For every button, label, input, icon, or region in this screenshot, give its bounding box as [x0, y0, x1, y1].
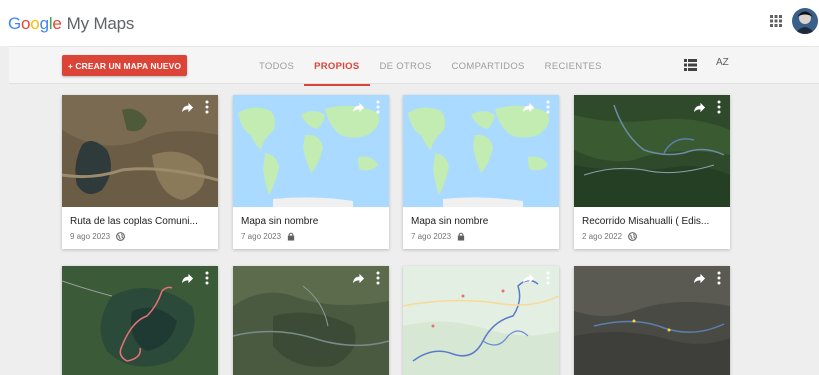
maps-grid: Ruta de las coplas Comuni... 9 ago 2023: [0, 84, 819, 375]
product-name: My Maps: [66, 14, 135, 33]
more-vert-icon[interactable]: [716, 271, 722, 285]
map-thumbnail: [233, 266, 389, 375]
map-title: Mapa sin nombre: [411, 216, 489, 227]
share-icon[interactable]: [352, 101, 365, 114]
logo-letter: g: [39, 14, 49, 33]
satellite-thumbnail: [62, 266, 218, 375]
map-card[interactable]: [574, 266, 730, 375]
map-meta: 7 ago 2023: [411, 232, 551, 241]
share-icon[interactable]: [181, 272, 194, 285]
map-meta: 7 ago 2023: [241, 232, 381, 241]
map-thumbnail: [233, 95, 389, 207]
map-card-info: Mapa sin nombre 7 ago 2023: [233, 207, 389, 249]
google-my-maps-logo[interactable]: Google My Maps: [8, 14, 134, 34]
map-thumbnail: [403, 266, 559, 375]
map-date: 7 ago 2023: [241, 232, 282, 241]
map-date: 2 ago 2022: [582, 232, 623, 241]
map-card[interactable]: Ruta de las coplas Comuni... 9 ago 2023: [62, 95, 218, 249]
share-icon[interactable]: [352, 272, 365, 285]
map-thumbnail: [403, 95, 559, 207]
world-map-thumbnail: [403, 95, 559, 207]
map-title: Mapa sin nombre: [241, 216, 319, 227]
lock-icon: [287, 232, 295, 241]
tab-recientes[interactable]: RECIENTES: [535, 47, 612, 85]
filter-tabs: TODOS PROPIOS DE OTROS COMPARTIDOS RECIE…: [249, 47, 612, 86]
more-vert-icon[interactable]: [716, 100, 722, 114]
map-meta: 9 ago 2023: [70, 232, 210, 241]
more-vert-icon[interactable]: [375, 100, 381, 114]
create-new-map-button[interactable]: + CREAR UN MAPA NUEVO: [62, 55, 187, 76]
satellite-thumbnail: [62, 95, 218, 207]
app-header: Google My Maps: [0, 0, 819, 46]
map-card[interactable]: Mapa sin nombre 7 ago 2023: [403, 95, 559, 249]
share-icon[interactable]: [693, 101, 706, 114]
sort-az-icon[interactable]: AZ: [716, 57, 732, 73]
map-card-info: Recorrido Misahualli ( Edis... 2 ago 202…: [574, 207, 730, 249]
more-vert-icon[interactable]: [204, 100, 210, 114]
map-card[interactable]: [403, 266, 559, 375]
avatar[interactable]: [792, 8, 818, 34]
tab-compartidos[interactable]: COMPARTIDOS: [442, 47, 535, 85]
map-card[interactable]: Mapa sin nombre 7 ago 2023: [233, 95, 389, 249]
world-map-thumbnail: [233, 95, 389, 207]
map-date: 7 ago 2023: [411, 232, 452, 241]
more-vert-icon[interactable]: [375, 271, 381, 285]
map-card-info: Mapa sin nombre 7 ago 2023: [403, 207, 559, 249]
globe-icon: [628, 232, 637, 241]
map-thumbnail: [62, 95, 218, 207]
map-card[interactable]: Recorrido Misahualli ( Edis... 2 ago 202…: [574, 95, 730, 249]
share-icon[interactable]: [522, 272, 535, 285]
map-card-info: Ruta de las coplas Comuni... 9 ago 2023: [62, 207, 218, 249]
share-icon[interactable]: [181, 101, 194, 114]
map-title: Recorrido Misahualli ( Edis...: [582, 216, 710, 227]
satellite-thumbnail: [574, 95, 730, 207]
logo-letter: e: [52, 14, 62, 33]
map-card[interactable]: [62, 266, 218, 375]
map-card[interactable]: [233, 266, 389, 375]
avatar-image: [792, 8, 818, 34]
satellite-thumbnail: [574, 266, 730, 375]
map-date: 9 ago 2023: [70, 232, 111, 241]
more-vert-icon[interactable]: [545, 271, 551, 285]
list-view-icon[interactable]: [684, 59, 697, 71]
more-vert-icon[interactable]: [204, 271, 210, 285]
share-icon[interactable]: [522, 101, 535, 114]
share-icon[interactable]: [693, 272, 706, 285]
tab-todos[interactable]: TODOS: [249, 47, 304, 85]
map-title: Ruta de las coplas Comuni...: [70, 216, 198, 227]
sort-label: AZ: [716, 57, 729, 68]
toolbar: + CREAR UN MAPA NUEVO TODOS PROPIOS DE O…: [9, 46, 819, 86]
tab-propios[interactable]: PROPIOS: [304, 47, 370, 86]
terrain-map-thumbnail: [403, 266, 559, 375]
logo-letter: o: [30, 14, 40, 33]
map-thumbnail: [574, 95, 730, 207]
lock-icon: [457, 232, 465, 241]
tab-de-otros[interactable]: DE OTROS: [370, 47, 442, 85]
more-vert-icon[interactable]: [545, 100, 551, 114]
logo-letter: G: [8, 14, 22, 33]
logo-letter: o: [21, 14, 31, 33]
globe-icon: [116, 232, 125, 241]
map-thumbnail: [62, 266, 218, 375]
satellite-thumbnail: [233, 266, 389, 375]
map-thumbnail: [574, 266, 730, 375]
map-meta: 2 ago 2022: [582, 232, 722, 241]
apps-grid-icon[interactable]: [769, 14, 783, 28]
